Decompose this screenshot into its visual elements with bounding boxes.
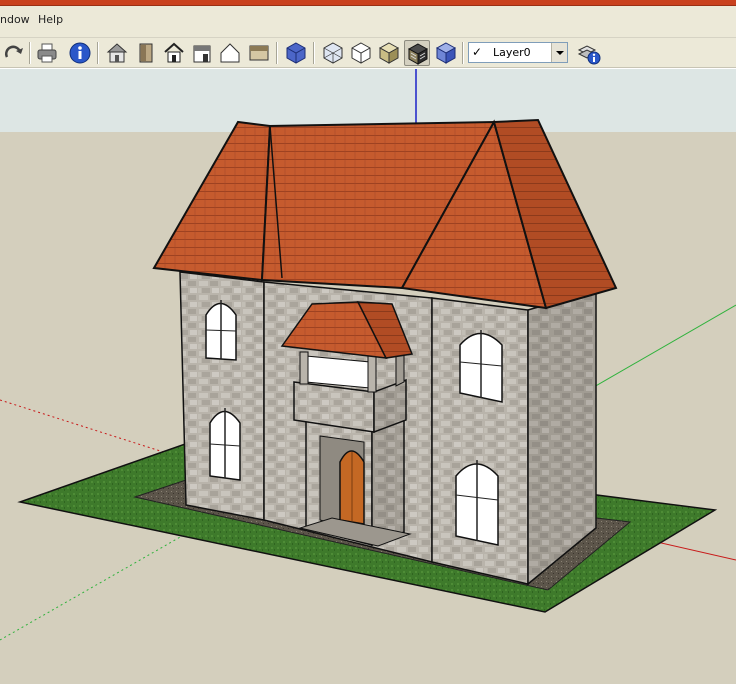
toolbar-separator <box>97 42 99 64</box>
sky <box>0 69 736 132</box>
redo-icon <box>5 45 23 58</box>
toolbar-separator <box>29 42 31 64</box>
monochrome-view-button[interactable] <box>433 40 459 66</box>
monochrome-view-icon <box>435 42 457 64</box>
chevron-down-icon[interactable] <box>551 43 567 62</box>
balcony-post-left <box>299 351 309 385</box>
menu-window[interactable]: ndow <box>0 13 30 26</box>
door-button[interactable] <box>133 40 159 66</box>
layer-visible-check: ✓ <box>472 45 483 59</box>
balcony-post-right <box>367 355 377 393</box>
xray-view-icon <box>323 42 343 64</box>
xray-view-button[interactable] <box>320 40 346 66</box>
layers-manager-button[interactable] <box>576 40 602 66</box>
house-outline-button[interactable] <box>161 40 187 66</box>
house-button[interactable] <box>104 40 130 66</box>
wireframe-view-button[interactable] <box>348 40 374 66</box>
entrance-bay-side <box>371 416 405 547</box>
toolbar: ✓ Layer0 <box>0 38 736 68</box>
house-gable-icon <box>220 43 240 63</box>
shaded-view-icon <box>378 42 400 64</box>
print-icon <box>37 43 57 63</box>
layer-name: Layer0 <box>493 46 531 59</box>
balcony-opening <box>305 355 371 389</box>
toolbar-separator <box>276 42 278 64</box>
house-outline-icon <box>164 42 184 63</box>
house-gable-button[interactable] <box>217 40 243 66</box>
iso-view-icon <box>286 42 306 64</box>
menu-help[interactable]: Help <box>38 13 63 26</box>
house-model-canvas[interactable] <box>0 69 736 684</box>
toolbar-separator <box>313 42 315 64</box>
menu-bar: ndow Help <box>0 6 736 38</box>
layer-select[interactable]: ✓ Layer0 <box>468 42 568 63</box>
toolbar-separator <box>462 42 464 64</box>
textured-view-icon <box>407 43 429 65</box>
model-info-icon <box>69 42 91 64</box>
panel-icon <box>249 45 269 61</box>
shed-icon <box>193 45 211 63</box>
textured-view-button[interactable] <box>404 40 430 66</box>
print-button[interactable] <box>34 40 60 66</box>
layers-manager-icon <box>577 45 601 65</box>
model-viewport[interactable] <box>0 69 736 684</box>
redo-button[interactable] <box>1 40 27 66</box>
shed-button[interactable] <box>189 40 215 66</box>
house-icon <box>106 43 128 63</box>
iso-view-button[interactable] <box>283 40 309 66</box>
door-icon <box>139 43 153 63</box>
model-info-button[interactable] <box>67 40 93 66</box>
wireframe-view-icon <box>351 42 371 64</box>
shaded-view-button[interactable] <box>376 40 402 66</box>
panel-button[interactable] <box>246 40 272 66</box>
